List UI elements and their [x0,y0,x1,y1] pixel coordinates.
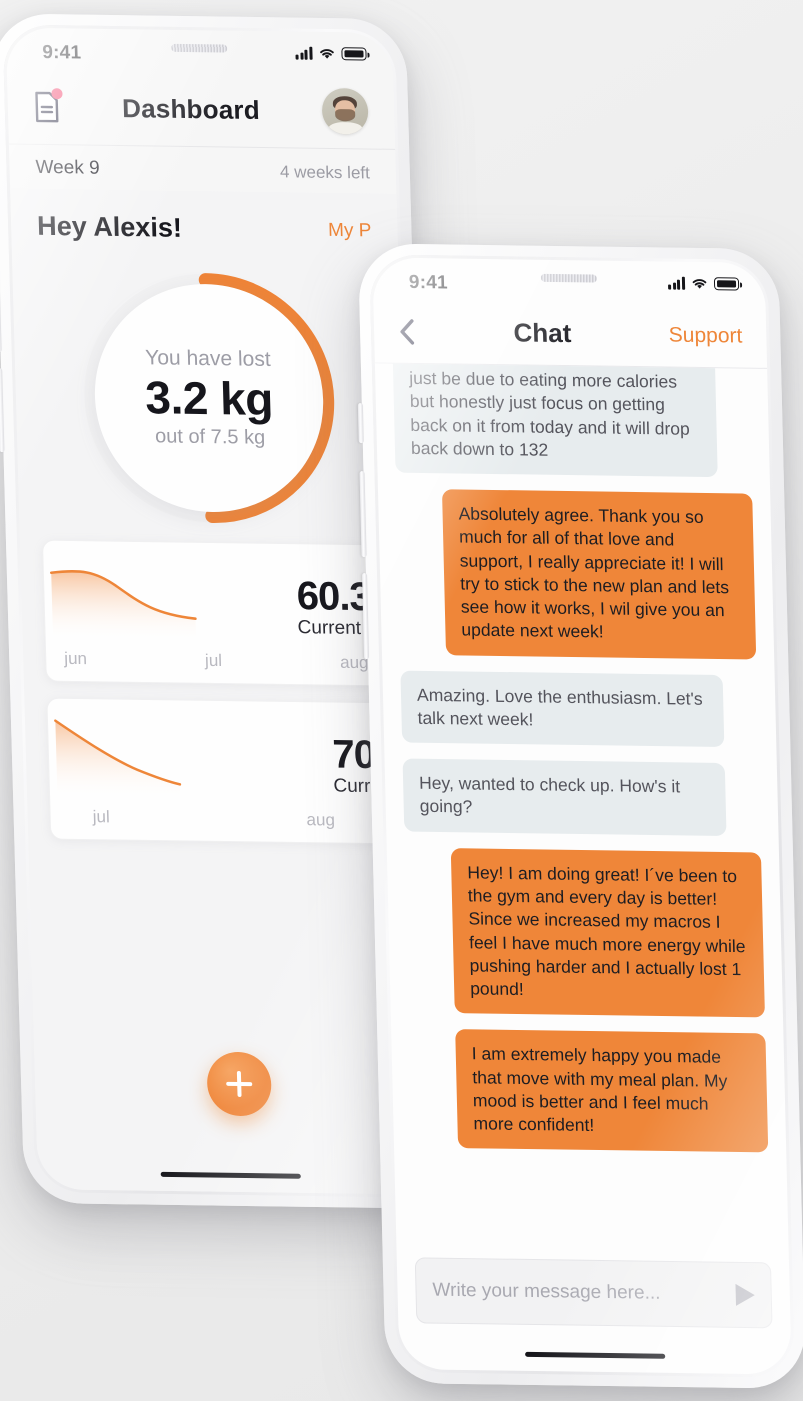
chevron-left-icon[interactable] [398,317,417,345]
volume-down-button[interactable] [0,368,5,453]
message-list[interactable]: just be due to eating more calories but … [375,363,789,1278]
volume-up-button[interactable] [0,268,2,353]
message-bubble: Hey! I am doing great! I´ve been to the … [450,847,765,1018]
volume-down-button[interactable] [361,573,370,660]
wifi-icon [692,279,707,289]
weeks-left-label: 4 weeks left [279,162,371,183]
wifi-icon [320,49,334,59]
send-arrow-icon[interactable] [735,1283,756,1307]
ring-subcaption: out of 7.5 kg [154,424,266,449]
week-label: Week 9 [35,156,100,179]
battery-icon [341,47,367,61]
phone-chat: 9:41 Chat Support just be due to eating … [357,243,803,1389]
message-composer[interactable] [414,1257,773,1329]
scene: 9:41 Dashboard Week 9 4 weeks left Hey A… [0,0,803,1401]
status-indicators [667,276,740,291]
metric-label: Current [297,617,362,640]
phone-bezel: 9:41 Chat Support just be due to eating … [369,254,795,1378]
week-row: Week 9 4 weeks left [8,143,397,194]
avatar[interactable] [321,87,369,135]
dashboard-screen: 9:41 Dashboard Week 9 4 weeks left Hey A… [5,27,425,1195]
progress-ring-wrap: You have lost 3.2 kg out of 7.5 kg [12,267,405,528]
month-tick: jul [92,807,110,827]
weight-sparkline [50,569,197,643]
status-bar: 9:41 [372,257,766,316]
month-tick: jun [63,648,88,669]
message-input[interactable] [432,1279,737,1306]
metric-label: Curr [333,775,371,798]
message-bubble: I am extremely happy you made that move … [455,1029,769,1153]
cellular-bars-icon [667,276,686,290]
month-axis: jul aug [50,807,391,832]
metric-value-group: 60.3 Current [296,574,372,640]
chat-navbar: Chat Support [373,311,768,369]
status-bar: 9:41 [6,28,394,87]
status-time: 9:41 [408,271,449,294]
cellular-bars-icon [295,46,313,60]
status-time: 9:41 [42,42,82,64]
message-bubble: just be due to eating more calories but … [392,363,718,478]
month-tick: jul [204,650,223,671]
metric-card-secondary[interactable]: 70 Curr jul aug [46,697,393,845]
document-note-icon[interactable] [33,88,63,123]
weight-progress-ring: You have lost 3.2 kg out of 7.5 kg [77,268,340,527]
notification-dot [51,88,63,100]
greeting-row: Hey Alexis! My P [10,188,398,250]
mute-switch[interactable] [357,403,364,444]
greeting-text: Hey Alexis! [36,210,183,243]
earpiece-speaker [171,43,228,53]
status-indicators [295,46,367,61]
metric-value: 60.3 [296,574,372,620]
message-bubble: Hey, wanted to check up. How's it going? [402,758,727,836]
home-indicator [525,1351,666,1359]
dashboard-navbar: Dashboard [7,82,395,149]
message-bubble: Amazing. Love the enthusiasm. Let's talk… [400,670,725,748]
message-bubble: Absolutely agree. Thank you so much for … [441,489,757,660]
earpiece-speaker [540,273,597,283]
metric-card-weight[interactable]: 60.3 Current jun jul aug [41,539,389,687]
volume-up-button[interactable] [359,471,367,558]
support-link[interactable]: Support [668,323,742,348]
page-title: Dashboard [121,92,261,125]
ring-value: 3.2 kg [144,371,274,426]
month-tick: aug [306,810,336,830]
ring-caption: You have lost [144,346,271,372]
battery-icon [713,277,740,291]
page-title: Chat [513,317,572,349]
my-plan-link[interactable]: My P [328,219,372,242]
chat-screen: 9:41 Chat Support just be due to eating … [372,257,792,1375]
month-axis: jun jul aug [46,649,387,674]
secondary-sparkline [54,719,182,801]
